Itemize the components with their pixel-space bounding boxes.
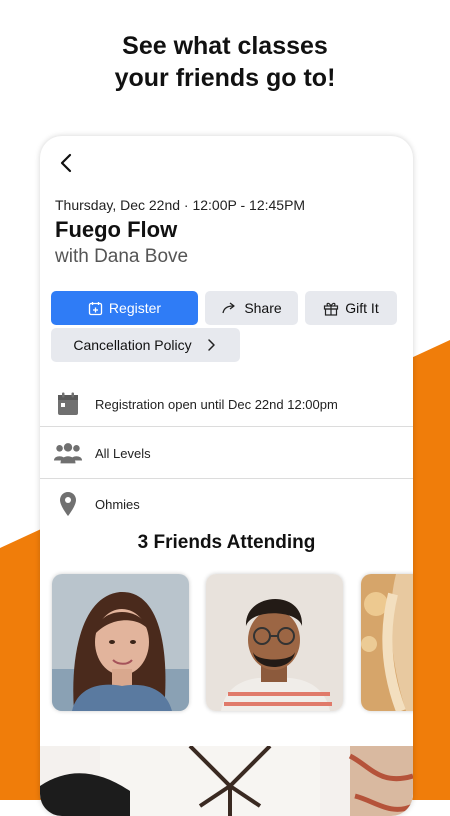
gift-icon: [324, 302, 339, 316]
headline: See what classes your friends go to!: [0, 30, 450, 94]
friend-avatar-3[interactable]: [361, 574, 413, 711]
friend-photo-man-glasses: [206, 574, 343, 711]
class-title: Fuego Flow: [55, 217, 178, 242]
cancellation-policy-button[interactable]: Cancellation Policy: [51, 328, 240, 362]
info-row-registration: Registration open until Dec 22nd 12:00pm: [40, 379, 413, 429]
back-button[interactable]: [56, 152, 78, 174]
class-cover-image: [40, 746, 413, 816]
class-date-time: Thursday, Dec 22nd · 12:00P - 12:45PM: [55, 197, 306, 213]
people-icon: [53, 440, 83, 466]
share-arrow-icon: [222, 302, 235, 314]
instructor-name: with Dana Bove: [55, 246, 189, 267]
chevron-left-icon: [60, 153, 72, 173]
calendar-add-icon: [88, 301, 103, 315]
friend-photo-partial: [361, 574, 413, 711]
share-label: Share: [244, 300, 282, 316]
friend-avatar-2[interactable]: [206, 574, 343, 711]
gift-label: Gift It: [345, 300, 379, 316]
info-row-levels: All Levels: [40, 428, 413, 478]
info-row-location: Ohmies: [40, 479, 413, 529]
location-text: Ohmies: [95, 496, 140, 512]
register-button[interactable]: Register: [51, 291, 198, 325]
registration-text: Registration open until Dec 22nd 12:00pm: [95, 396, 338, 412]
friends-attending-title: 3 Friends Attending: [137, 532, 316, 553]
chevron-right-icon: [207, 339, 215, 351]
levels-text: All Levels: [95, 445, 151, 461]
gift-button[interactable]: Gift It: [305, 291, 397, 325]
friend-avatar-1[interactable]: [52, 574, 189, 711]
cancellation-policy-label: Cancellation Policy: [73, 337, 192, 353]
share-button[interactable]: Share: [205, 291, 298, 325]
location-pin-icon: [53, 491, 83, 517]
divider: [40, 426, 413, 427]
register-label: Register: [108, 300, 162, 316]
calendar-icon: [53, 391, 83, 417]
headline-line-1: See what classes: [122, 32, 328, 60]
friend-photo-woman: [52, 574, 189, 711]
headline-line-2: your friends go to!: [114, 64, 336, 92]
phone-screen: Thursday, Dec 22nd · 12:00P - 12:45PM Fu…: [40, 136, 413, 816]
